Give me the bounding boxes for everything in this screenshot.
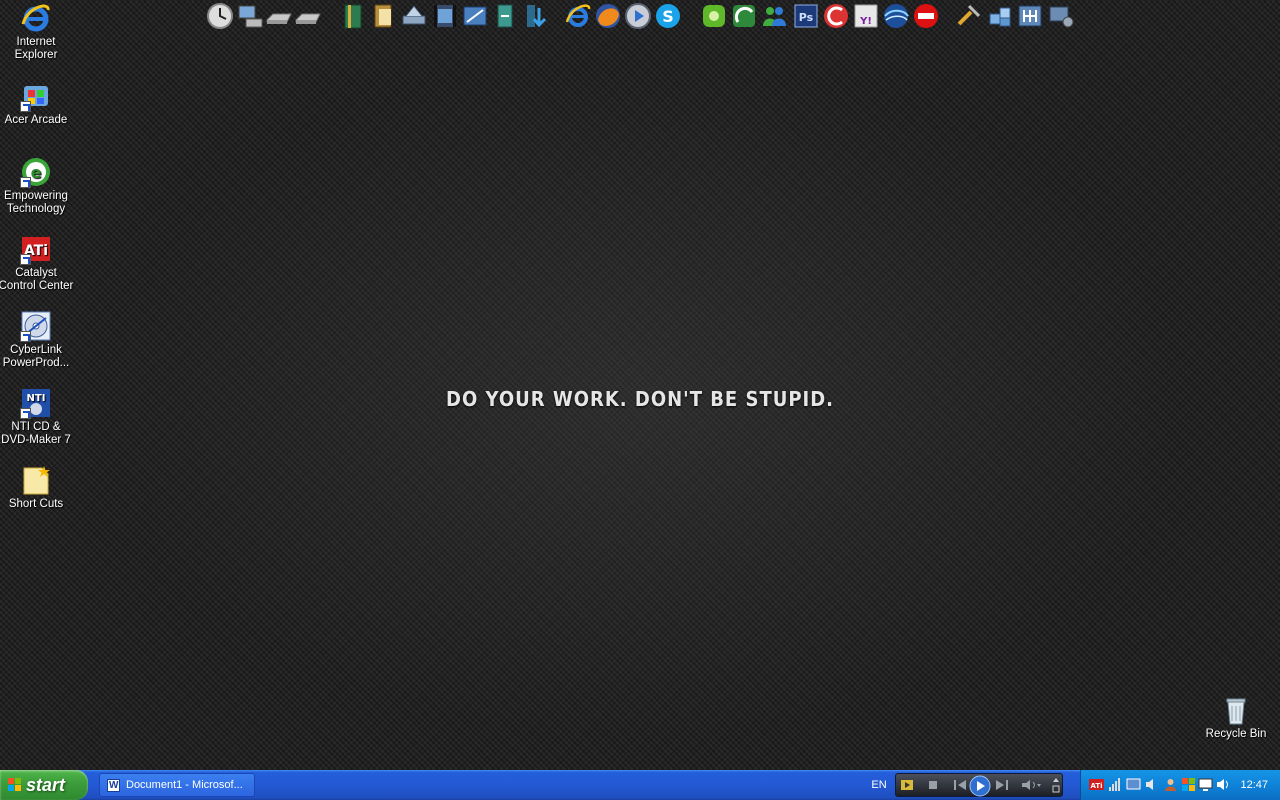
desktop[interactable]: DO YOUR WORK. DON'T BE STUPID. S Ps Y! Int… bbox=[0, 0, 1280, 770]
network-icon[interactable] bbox=[1016, 2, 1044, 30]
empowering-technology-icon: e bbox=[20, 156, 52, 188]
tools-icon[interactable] bbox=[955, 2, 983, 30]
messenger-icon[interactable] bbox=[760, 2, 788, 30]
signal-icon[interactable] bbox=[1108, 777, 1123, 792]
desktop-icon-acer-arcade[interactable]: Acer Arcade bbox=[0, 80, 74, 127]
desktop-icon-label: Catalyst Control Center bbox=[0, 267, 74, 292]
svg-text:Y!: Y! bbox=[859, 16, 872, 27]
no-entry-icon[interactable] bbox=[912, 2, 940, 30]
desktop-icon-nti-cd-dvd-maker[interactable]: NTI NTI CD & DVD-Maker 7 bbox=[0, 387, 74, 447]
blocks-icon[interactable] bbox=[986, 2, 1014, 30]
taskbar: start Document1 - Microsof... EN 12:47 A… bbox=[0, 770, 1280, 800]
google-earth-icon[interactable] bbox=[882, 2, 910, 30]
next-track-icon[interactable] bbox=[994, 778, 1014, 792]
film-icon[interactable] bbox=[431, 2, 459, 30]
downloads-icon[interactable] bbox=[491, 2, 519, 30]
svg-text:Ps: Ps bbox=[799, 11, 814, 24]
acer-arcade-icon bbox=[20, 80, 52, 112]
media-library-icon[interactable] bbox=[900, 778, 914, 792]
book-icon[interactable] bbox=[339, 2, 367, 30]
desktop-icon-label: Internet Explorer bbox=[14, 36, 58, 61]
system-tray: 12:47 ATi bbox=[1080, 770, 1280, 800]
windows-flag-icon bbox=[8, 778, 21, 791]
yahoo-icon[interactable]: Y! bbox=[852, 2, 880, 30]
desktop-icon-short-cuts[interactable]: Short Cuts bbox=[0, 464, 74, 511]
start-label: start bbox=[26, 775, 66, 795]
svg-text:ATi: ATi bbox=[1090, 782, 1102, 790]
language-indicator[interactable]: EN bbox=[868, 770, 890, 800]
desktop-icon-cyberlink[interactable]: CyberLink PowerProd... bbox=[0, 310, 74, 370]
bittorrent-icon[interactable] bbox=[730, 2, 758, 30]
network-tray-icon[interactable] bbox=[1126, 777, 1141, 792]
desktop-icon-label: Recycle Bin bbox=[1205, 728, 1267, 740]
desktop-icon-internet-explorer[interactable]: Internet Explorer bbox=[0, 2, 74, 62]
desktop-icon-label: Short Cuts bbox=[8, 498, 64, 510]
word-document-icon bbox=[107, 775, 120, 796]
wallpaper-slogan: DO YOUR WORK. DON'T BE STUPID. bbox=[446, 387, 834, 411]
recycle-bin-icon bbox=[1220, 694, 1252, 726]
security-tray-icon[interactable] bbox=[1181, 777, 1196, 792]
svg-text:S: S bbox=[662, 7, 674, 26]
drive-icon[interactable] bbox=[265, 2, 293, 30]
ccleaner-icon[interactable] bbox=[822, 2, 850, 30]
internet-explorer-icon[interactable] bbox=[564, 2, 592, 30]
utorrent-icon[interactable] bbox=[700, 2, 728, 30]
scanner-icon[interactable] bbox=[400, 2, 428, 30]
desktop-icon-label: Empowering Technology bbox=[4, 190, 68, 215]
photoshop-icon[interactable]: Ps bbox=[792, 2, 820, 30]
download-arrow-icon[interactable] bbox=[521, 2, 549, 30]
display-tray-icon[interactable] bbox=[1198, 777, 1213, 792]
desktop-icon-label: NTI CD & DVD-Maker 7 bbox=[1, 421, 71, 446]
taskbar-button-document1[interactable]: Document1 - Microsof... bbox=[99, 773, 255, 797]
nti-cd-icon: NTI bbox=[20, 387, 52, 419]
folder-icon bbox=[20, 464, 52, 496]
my-computer-icon[interactable] bbox=[236, 2, 264, 30]
cyberlink-disc-icon bbox=[20, 310, 52, 342]
settings-icon[interactable] bbox=[1047, 2, 1075, 30]
top-dock: S Ps Y! bbox=[202, 0, 1077, 34]
media-player-icon[interactable] bbox=[624, 2, 652, 30]
clock-icon[interactable] bbox=[206, 2, 234, 30]
desktop-icon-label: CyberLink PowerProd... bbox=[2, 344, 70, 369]
restore-player-icon[interactable] bbox=[1052, 776, 1060, 794]
user-tray-icon[interactable] bbox=[1163, 777, 1178, 792]
stop-icon[interactable] bbox=[926, 778, 940, 792]
ati-tray-icon[interactable]: ATi bbox=[1089, 777, 1104, 792]
clock[interactable]: 12:47 bbox=[1240, 770, 1268, 800]
svg-text:NTI: NTI bbox=[27, 393, 46, 404]
desktop-icon-empowering-technology[interactable]: e Empowering Technology bbox=[0, 156, 74, 216]
skype-icon[interactable]: S bbox=[654, 2, 682, 30]
previous-track-icon[interactable] bbox=[948, 778, 968, 792]
desktop-icon-label: Acer Arcade bbox=[4, 114, 68, 126]
drive-icon[interactable] bbox=[294, 2, 322, 30]
start-button[interactable]: start bbox=[0, 770, 88, 800]
desktop-icon-catalyst-control-center[interactable]: ATi Catalyst Control Center bbox=[0, 233, 74, 293]
play-icon[interactable] bbox=[968, 774, 992, 798]
volume-control-icon[interactable] bbox=[1020, 778, 1042, 792]
internet-explorer-icon bbox=[20, 2, 52, 34]
documents-icon[interactable] bbox=[370, 2, 398, 30]
firefox-icon[interactable] bbox=[594, 2, 622, 30]
mail-icon[interactable] bbox=[461, 2, 489, 30]
speaker-tray-icon[interactable] bbox=[1144, 777, 1159, 792]
volume-icon[interactable] bbox=[1216, 777, 1231, 792]
media-player-toolbar bbox=[895, 773, 1063, 797]
svg-text:e: e bbox=[31, 163, 42, 182]
desktop-icon-recycle-bin[interactable]: Recycle Bin bbox=[1198, 694, 1274, 741]
ati-catalyst-icon: ATi bbox=[20, 233, 52, 265]
taskbar-button-label: Document1 - Microsof... bbox=[126, 779, 243, 791]
